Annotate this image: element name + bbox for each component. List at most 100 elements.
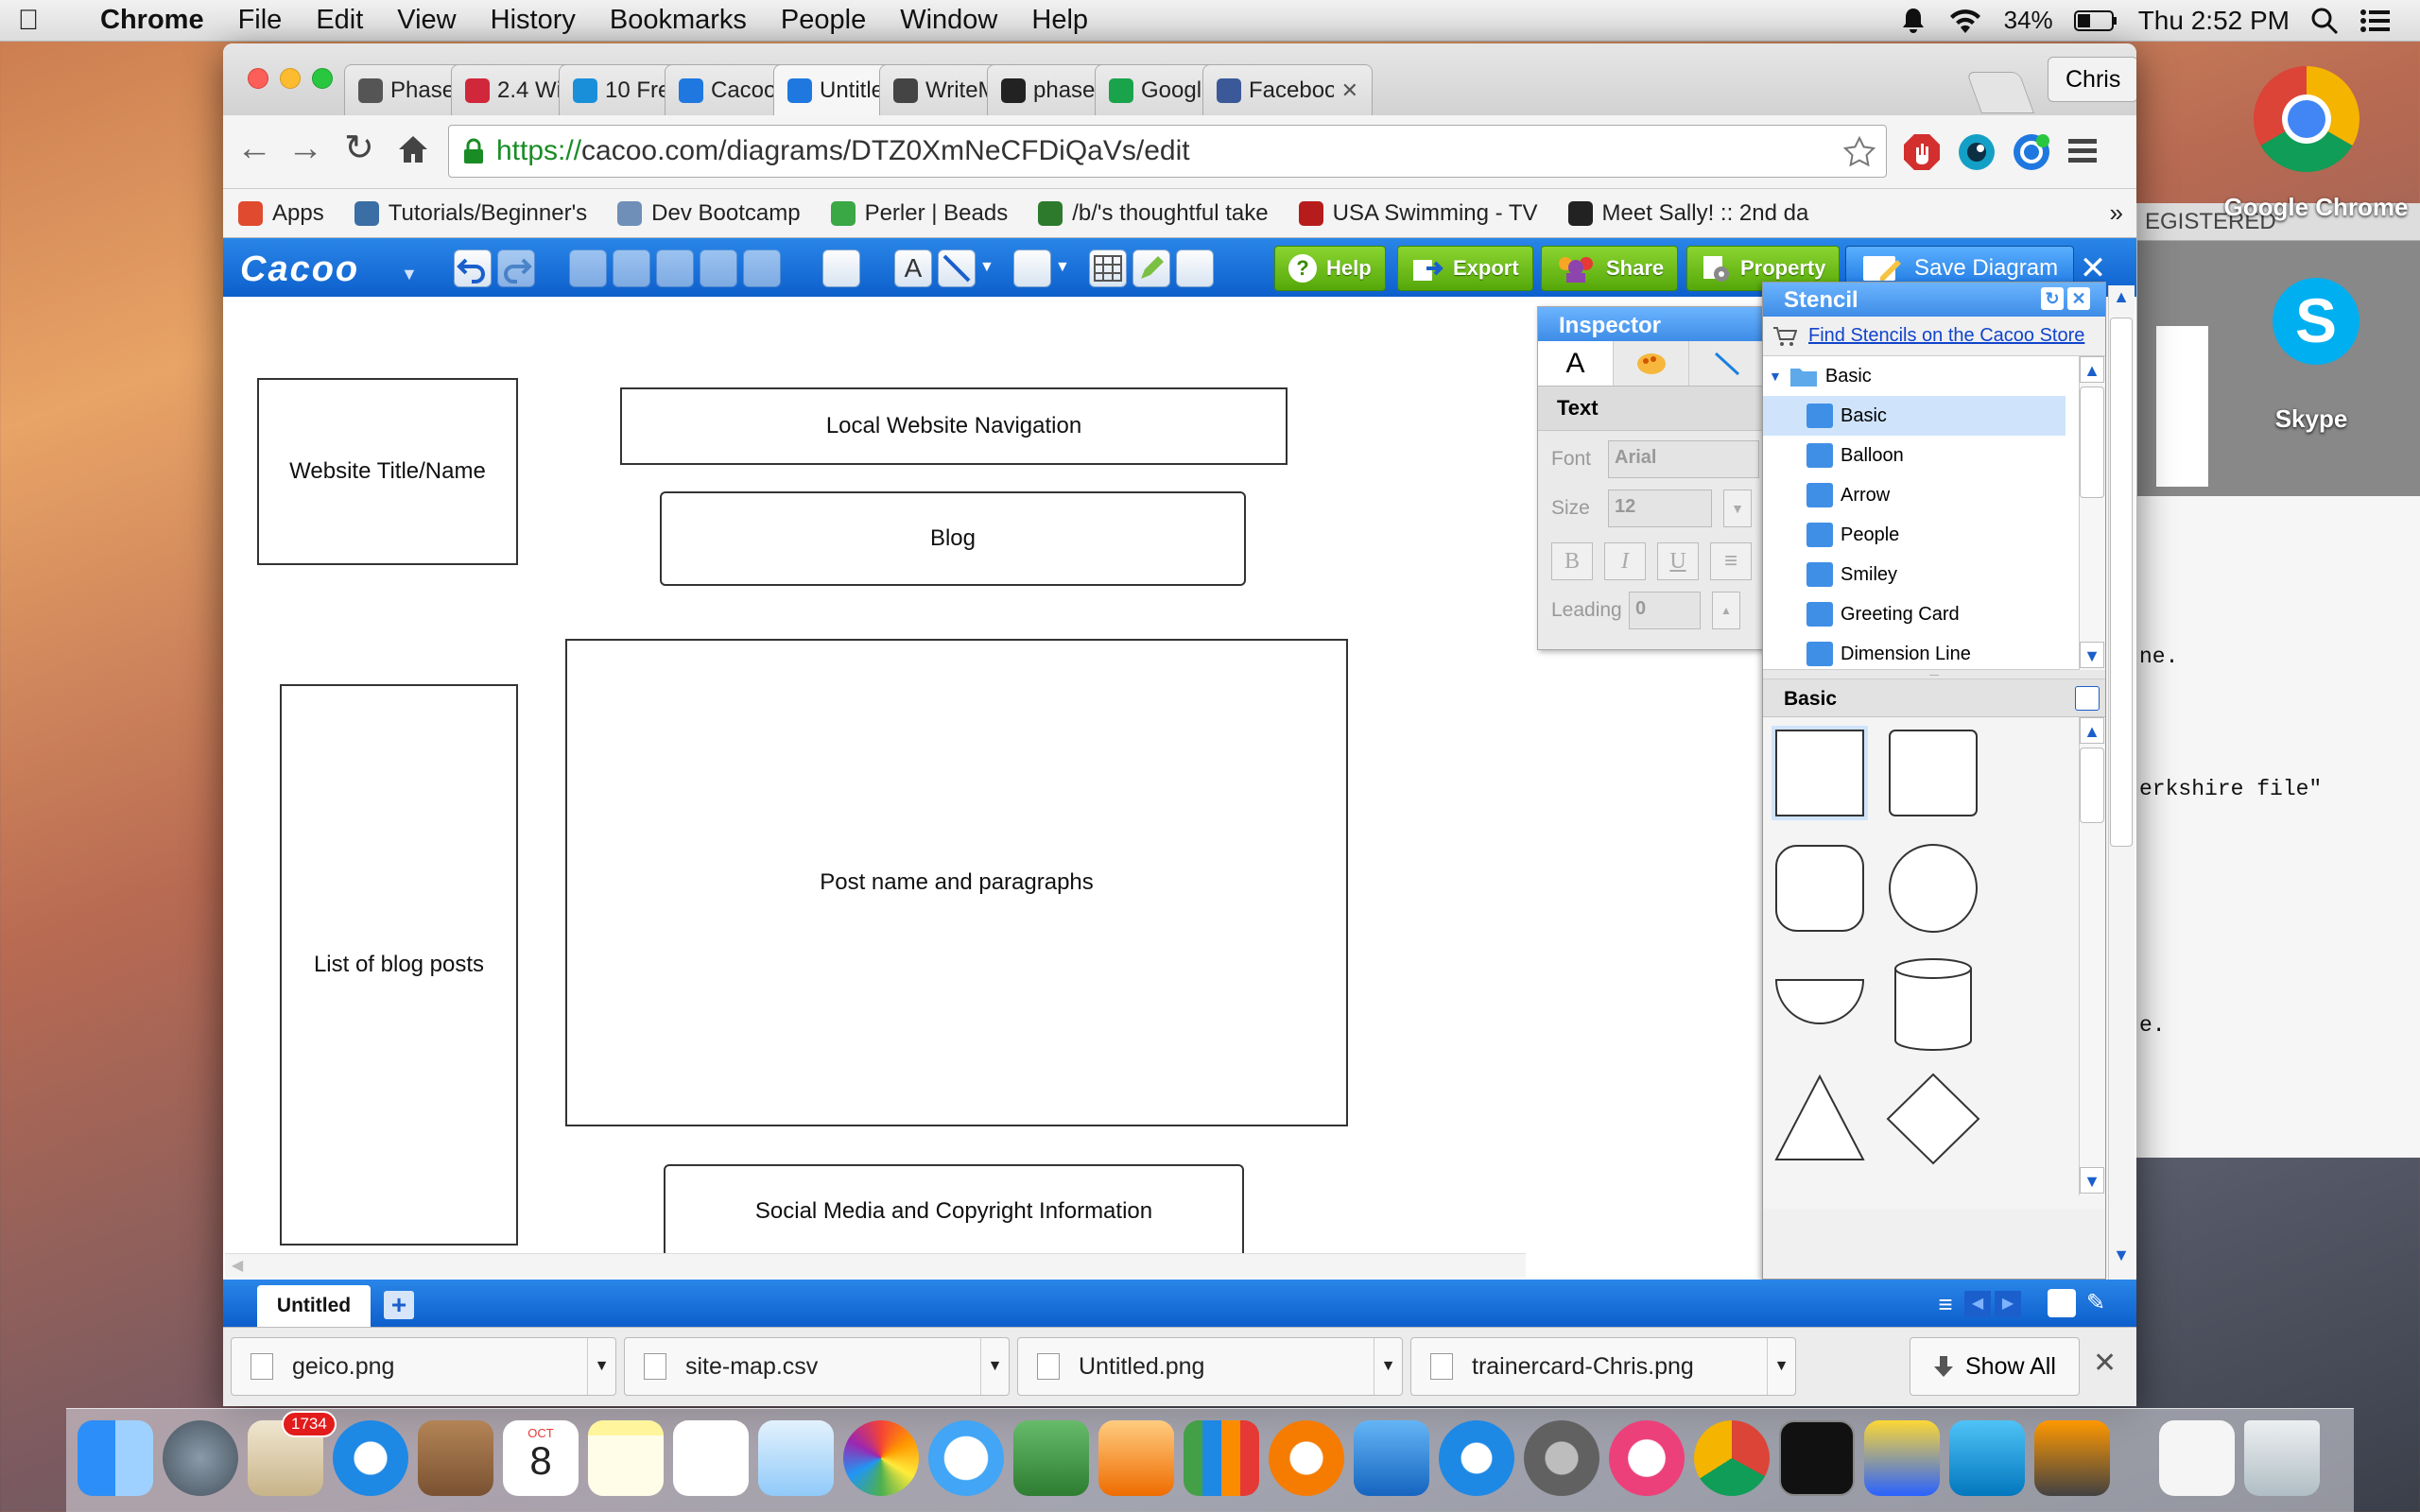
stencil-tree-scrollbar[interactable]: ▲ ▼: [2079, 356, 2105, 670]
menu-app-name[interactable]: Chrome: [57, 5, 221, 36]
font-family-field[interactable]: Arial: [1608, 440, 1759, 478]
pages-icon[interactable]: [1098, 1420, 1174, 1496]
redo-icon[interactable]: [497, 249, 535, 287]
shape-tool-icon[interactable]: [822, 249, 860, 287]
cut-icon[interactable]: [656, 249, 694, 287]
underline-button[interactable]: U: [1657, 542, 1699, 580]
stencil-item[interactable]: Smiley: [1763, 555, 2066, 594]
finder-icon[interactable]: [78, 1420, 153, 1496]
inspector-tab-style[interactable]: [1614, 341, 1689, 386]
palette-scroll-down-icon[interactable]: ▼: [2080, 1167, 2104, 1194]
browser-tab[interactable]: Faceboo ✕: [1202, 64, 1373, 115]
add-page-button[interactable]: +: [384, 1291, 414, 1319]
download-options-chevron-icon[interactable]: ▼: [980, 1338, 1009, 1395]
palette-scrollbar[interactable]: ▲ ▼: [2079, 717, 2105, 1195]
inspector-tab-line[interactable]: [1689, 341, 1765, 386]
stencil-folder-basic[interactable]: ▼ Basic: [1763, 356, 2066, 396]
vscroll-down-icon[interactable]: ▼: [2109, 1246, 2134, 1270]
sublime-text-icon[interactable]: [2034, 1420, 2110, 1496]
font-size-dropdown-icon[interactable]: ▼: [1723, 490, 1752, 527]
rounded-rectangle-shape-icon[interactable]: [1884, 725, 1982, 821]
stencil-item[interactable]: People: [1763, 515, 2066, 555]
share-button[interactable]: Share: [1541, 246, 1679, 291]
inspector-title[interactable]: Inspector: [1538, 307, 1782, 341]
comment-pen-icon[interactable]: ✎: [2082, 1289, 2110, 1317]
bookmark-item[interactable]: USA Swimming - TV: [1298, 200, 1538, 227]
system-preferences-icon[interactable]: [1524, 1420, 1599, 1496]
keynote-icon[interactable]: [1354, 1420, 1429, 1496]
prev-page-icon[interactable]: ◀: [1964, 1291, 1991, 1317]
inspector-tab-text[interactable]: A: [1538, 341, 1614, 386]
shape-footer[interactable]: Social Media and Copyright Information: [664, 1164, 1244, 1259]
menu-edit[interactable]: Edit: [299, 5, 380, 36]
shape-local-navigation[interactable]: Local Website Navigation: [620, 387, 1288, 465]
maps-icon[interactable]: [758, 1420, 834, 1496]
shape-post-body[interactable]: Post name and paragraphs: [565, 639, 1348, 1126]
image-tool-menu-chevron-icon[interactable]: ▼: [1055, 259, 1070, 276]
stencil-item[interactable]: Dimension Line: [1763, 634, 2066, 674]
close-window-button[interactable]: [248, 68, 268, 89]
font-size-field[interactable]: 12: [1608, 490, 1712, 527]
back-arrow-icon[interactable]: ←: [236, 129, 272, 169]
documents-stack-icon[interactable]: [2159, 1420, 2235, 1496]
line-tool-menu-chevron-icon[interactable]: ▼: [979, 259, 994, 276]
paste-format-icon[interactable]: [700, 249, 737, 287]
cacoo-logo[interactable]: Cacoo: [240, 249, 359, 290]
bookmark-item[interactable]: Perler | Beads: [830, 200, 1008, 227]
align-left-icon[interactable]: ≡: [1710, 542, 1752, 580]
profile-button[interactable]: Chris: [2048, 57, 2136, 102]
address-bar[interactable]: https://cacoo.com/diagrams/DTZ0XmNeCFDiQ…: [448, 125, 1887, 178]
menu-view[interactable]: View: [380, 5, 473, 36]
image-tool-icon[interactable]: [1013, 249, 1051, 287]
numbers-icon[interactable]: [1184, 1420, 1259, 1496]
show-all-downloads-button[interactable]: Show All: [1910, 1337, 2080, 1396]
wifi-icon[interactable]: [1947, 7, 1983, 35]
download-options-chevron-icon[interactable]: ▼: [1767, 1338, 1795, 1395]
text-tool-icon[interactable]: A: [894, 249, 932, 287]
vscroll-thumb[interactable]: [2110, 318, 2133, 847]
scroll-down-icon[interactable]: ▼: [2080, 642, 2104, 668]
leading-field[interactable]: 0: [1629, 592, 1701, 629]
contacts-icon[interactable]: [418, 1420, 493, 1496]
bookmark-star-icon[interactable]: [1842, 135, 1876, 169]
menu-history[interactable]: History: [474, 5, 593, 36]
stencil-refresh-icon[interactable]: ↻: [2041, 287, 2064, 310]
page-list-icon[interactable]: ≡: [1932, 1291, 1959, 1317]
diamond-shape-icon[interactable]: [1884, 1071, 1982, 1167]
stencil-close-icon[interactable]: ✕: [2067, 287, 2090, 310]
forward-arrow-icon[interactable]: →: [287, 129, 323, 169]
download-item[interactable]: site-map.csv ▼: [624, 1337, 1010, 1396]
stencil-item[interactable]: Balloon: [1763, 436, 2066, 475]
itunes-icon[interactable]: [1609, 1420, 1685, 1496]
desktop-chrome-label[interactable]: Google Chrome: [2212, 193, 2420, 222]
bold-button[interactable]: B: [1551, 542, 1593, 580]
sheet-tool-icon[interactable]: [1176, 249, 1214, 287]
cacoo-extension-icon[interactable]: [2012, 132, 2051, 172]
cylinder-shape-icon[interactable]: [1884, 955, 1982, 1052]
export-button[interactable]: Export: [1397, 246, 1533, 291]
bookmark-item[interactable]: Apps: [238, 200, 324, 227]
palette-settings-icon[interactable]: [2075, 686, 2100, 711]
download-options-chevron-icon[interactable]: ▼: [1374, 1338, 1402, 1395]
scrollbar-thumb[interactable]: [2080, 387, 2104, 498]
folder-expand-icon[interactable]: ▼: [1769, 369, 1782, 384]
stencil-item[interactable]: Basic: [1763, 396, 2066, 436]
desktop-chrome-icon[interactable]: [2250, 62, 2363, 176]
new-tab-button[interactable]: [1965, 72, 2035, 113]
round-rectangle-shape-icon[interactable]: [1771, 840, 1869, 936]
download-options-chevron-icon[interactable]: ▼: [587, 1338, 615, 1395]
menu-window[interactable]: Window: [883, 5, 1014, 36]
close-shelf-icon[interactable]: ✕: [2093, 1347, 2117, 1380]
stencil-item[interactable]: Greeting Card: [1763, 594, 2066, 634]
menu-people[interactable]: People: [764, 5, 883, 36]
shape-website-title[interactable]: Website Title/Name: [257, 378, 518, 565]
bookmark-item[interactable]: /b/'s thoughtful take: [1038, 200, 1269, 227]
photos-icon[interactable]: [843, 1420, 919, 1496]
stencil-item[interactable]: Arrow: [1763, 475, 2066, 515]
battery-icon[interactable]: [2073, 9, 2118, 32]
italic-button[interactable]: I: [1604, 542, 1646, 580]
shape-blog-post-list[interactable]: List of blog posts: [280, 684, 518, 1246]
chrome-dock-icon[interactable]: [1694, 1420, 1770, 1496]
desktop-skype-label[interactable]: Skype: [2259, 404, 2363, 434]
download-item[interactable]: Untitled.png ▼: [1017, 1337, 1403, 1396]
